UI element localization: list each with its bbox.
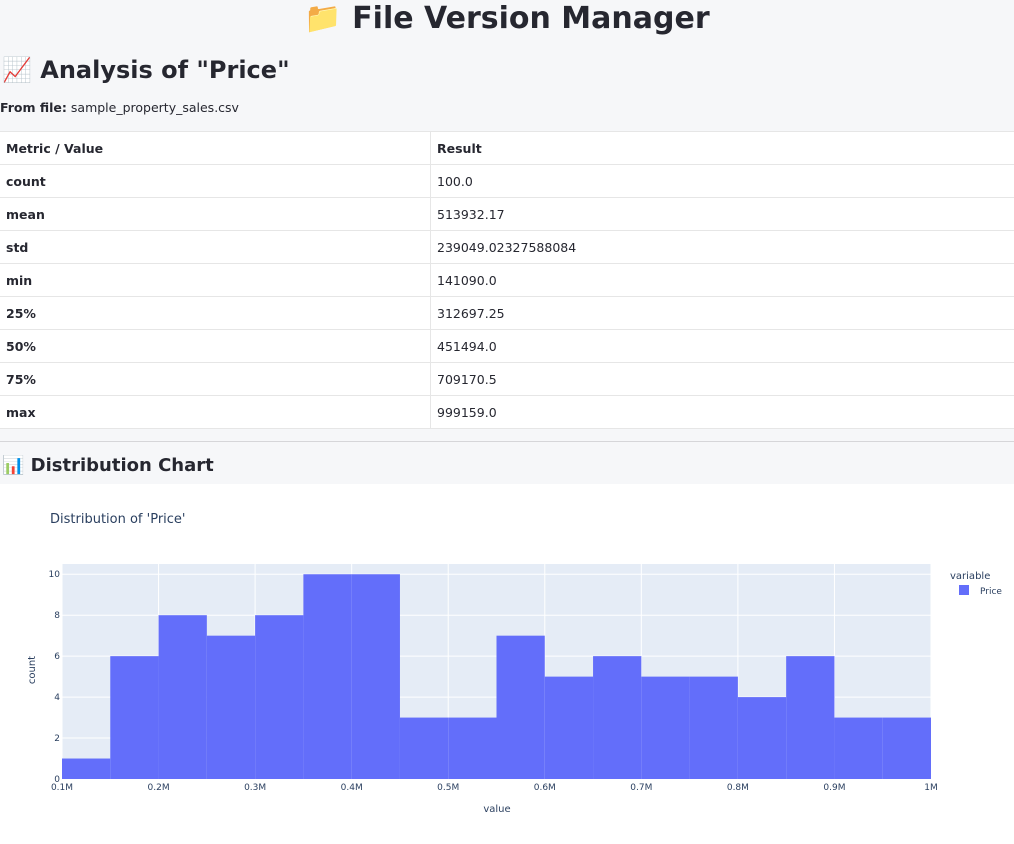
y-tick-label: 6 bbox=[54, 652, 60, 662]
analysis-title: 📈 Analysis of "Price" bbox=[2, 56, 290, 84]
x-tick-label: 0.5M bbox=[437, 783, 459, 793]
histogram-bar[interactable] bbox=[110, 656, 159, 779]
result-cell: 239049.02327588084 bbox=[430, 230, 1014, 264]
histogram-bar[interactable] bbox=[689, 676, 738, 779]
histogram-svg[interactable]: Distribution of 'Price' 0246810 0.1M 0.2M… bbox=[0, 484, 1014, 844]
metric-cell: min bbox=[0, 263, 431, 297]
histogram-bar[interactable] bbox=[737, 697, 787, 779]
y-tick-label: 10 bbox=[49, 570, 61, 580]
y-axis-title: count bbox=[27, 656, 38, 684]
metric-cell: 75% bbox=[0, 362, 431, 396]
result-cell: 312697.25 bbox=[430, 296, 1014, 330]
column-header-metric[interactable]: Metric / Value bbox=[0, 131, 431, 165]
statistics-table: Metric / Value Result count 100.0 mean 5… bbox=[0, 131, 1014, 429]
histogram-bar[interactable] bbox=[641, 676, 690, 779]
from-file-label: From file: bbox=[0, 100, 67, 115]
x-tick-label: 1M bbox=[924, 783, 938, 793]
table-row: min 141090.0 bbox=[0, 263, 1014, 297]
app-title: 📁 File Version Manager bbox=[304, 1, 710, 36]
result-cell: 999159.0 bbox=[430, 395, 1014, 429]
histogram-bar[interactable] bbox=[399, 717, 449, 779]
histogram-bar[interactable] bbox=[448, 717, 497, 779]
table-row: count 100.0 bbox=[0, 164, 1014, 198]
source-file-info: From file: sample_property_sales.csv bbox=[0, 100, 239, 115]
histogram-bar[interactable] bbox=[351, 574, 400, 779]
source-file-name: sample_property_sales.csv bbox=[70, 100, 239, 115]
legend-swatch[interactable] bbox=[959, 585, 969, 595]
table-row: 25% 312697.25 bbox=[0, 296, 1014, 330]
histogram-bar[interactable] bbox=[786, 656, 835, 779]
histogram-bar[interactable] bbox=[593, 656, 642, 779]
y-axis-ticks: 0246810 bbox=[49, 570, 61, 785]
table-row: std 239049.02327588084 bbox=[0, 230, 1014, 264]
metric-cell: max bbox=[0, 395, 431, 429]
x-tick-label: 0.9M bbox=[823, 783, 845, 793]
x-axis-title: value bbox=[483, 804, 510, 815]
table-row: max 999159.0 bbox=[0, 395, 1014, 429]
x-tick-label: 0.6M bbox=[534, 783, 556, 793]
histogram-bar[interactable] bbox=[303, 574, 352, 779]
histogram-bar[interactable] bbox=[882, 717, 931, 779]
x-axis-ticks: 0.1M 0.2M 0.3M 0.4M 0.5M 0.6M 0.7M 0.8M 0.9M 1M bbox=[51, 783, 938, 793]
result-cell: 709170.5 bbox=[430, 362, 1014, 396]
table-row: 50% 451494.0 bbox=[0, 329, 1014, 363]
x-tick-label: 0.2M bbox=[148, 783, 170, 793]
table-row: 75% 709170.5 bbox=[0, 362, 1014, 396]
x-tick-label: 0.4M bbox=[341, 783, 363, 793]
distribution-section-title: 📊 Distribution Chart bbox=[2, 455, 214, 476]
metric-cell: count bbox=[0, 164, 431, 198]
histogram-bar[interactable] bbox=[255, 615, 304, 779]
result-cell: 141090.0 bbox=[430, 263, 1014, 297]
table-row: mean 513932.17 bbox=[0, 197, 1014, 231]
y-tick-label: 4 bbox=[54, 693, 60, 703]
histogram-bar[interactable] bbox=[206, 635, 256, 779]
metric-cell: 50% bbox=[0, 329, 431, 363]
x-tick-label: 0.1M bbox=[51, 783, 73, 793]
histogram-bar[interactable] bbox=[834, 717, 883, 779]
x-tick-label: 0.3M bbox=[244, 783, 266, 793]
result-cell: 100.0 bbox=[430, 164, 1014, 198]
x-tick-label: 0.7M bbox=[630, 783, 652, 793]
histogram-bar[interactable] bbox=[496, 635, 545, 779]
metric-cell: std bbox=[0, 230, 431, 264]
histogram-bar[interactable] bbox=[62, 758, 111, 779]
table-header-row: Metric / Value Result bbox=[0, 131, 1014, 165]
result-cell: 451494.0 bbox=[430, 329, 1014, 363]
histogram-bar[interactable] bbox=[158, 615, 207, 779]
x-tick-label: 0.8M bbox=[727, 783, 749, 793]
chart-title: Distribution of 'Price' bbox=[50, 512, 186, 527]
section-divider bbox=[0, 441, 1014, 442]
histogram-bar[interactable] bbox=[544, 676, 594, 779]
legend-title: variable bbox=[950, 571, 990, 582]
column-header-result[interactable]: Result bbox=[430, 131, 1014, 165]
y-tick-label: 2 bbox=[54, 734, 60, 744]
result-cell: 513932.17 bbox=[430, 197, 1014, 231]
y-tick-label: 8 bbox=[54, 611, 60, 621]
distribution-chart[interactable]: Distribution of 'Price' 0 2 4 6 8 10 0.1M 0.2M… bbox=[0, 484, 1014, 844]
metric-cell: mean bbox=[0, 197, 431, 231]
metric-cell: 25% bbox=[0, 296, 431, 330]
legend-item-price[interactable]: Price bbox=[980, 587, 1002, 597]
